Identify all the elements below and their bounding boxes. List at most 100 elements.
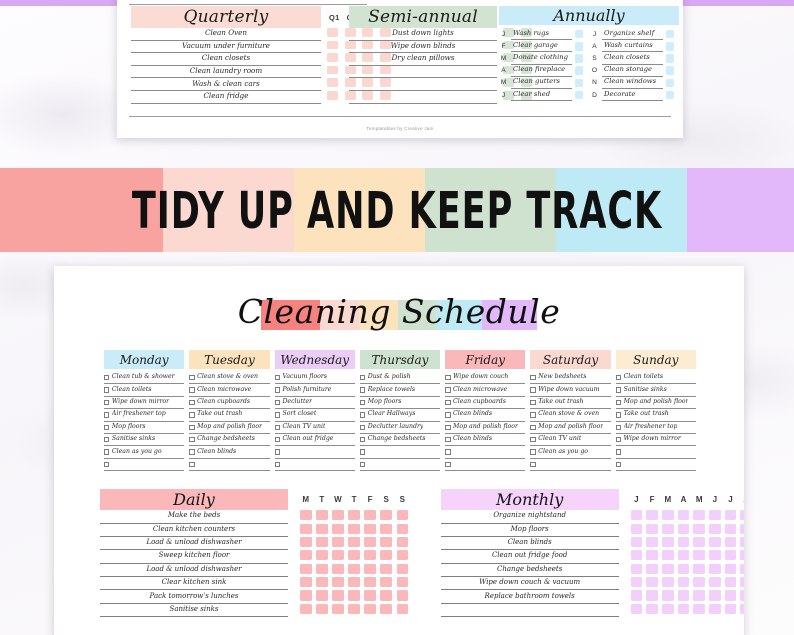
day-task-row[interactable]: Clean as you go	[104, 446, 185, 459]
tracker-cell[interactable]	[332, 577, 344, 588]
checkbox[interactable]	[359, 436, 366, 443]
day-task-row[interactable]: Mop floors	[359, 397, 441, 410]
tracker-cell[interactable]	[327, 28, 338, 37]
tracker-cell[interactable]	[709, 536, 721, 548]
day-task-row[interactable]: Dust & polish	[359, 372, 441, 385]
tracker-cell[interactable]	[348, 577, 360, 588]
tracker-cell[interactable]	[665, 66, 674, 75]
monthly-cells[interactable]	[630, 510, 744, 617]
checkbox[interactable]	[615, 436, 622, 443]
tracker-cell[interactable]	[662, 590, 674, 601]
tracker-cell[interactable]	[693, 536, 705, 548]
checkbox[interactable]	[104, 399, 110, 406]
checkbox[interactable]	[359, 399, 366, 406]
tracker-cell[interactable]	[646, 510, 658, 521]
tracker-cell[interactable]	[316, 510, 328, 521]
tracker-cell[interactable]	[364, 603, 376, 614]
tracker-cell[interactable]	[380, 577, 392, 588]
tracker-cell[interactable]	[332, 590, 344, 601]
tracker-cell[interactable]	[300, 563, 312, 574]
tracker-cell[interactable]	[665, 42, 674, 51]
tracker-cell[interactable]	[396, 590, 409, 601]
tracker-cell[interactable]	[300, 590, 312, 601]
checkbox[interactable]	[615, 449, 622, 455]
tracker-cell[interactable]	[396, 577, 409, 588]
tracker-cell[interactable]	[646, 577, 658, 588]
tracker-cell[interactable]	[693, 590, 705, 601]
tracker-cell[interactable]	[380, 563, 392, 574]
tracker-cell[interactable]	[740, 510, 744, 521]
tracker-cell[interactable]	[327, 65, 338, 75]
tracker-cell[interactable]	[724, 590, 737, 601]
day-task-row[interactable]: Mop floors	[104, 422, 185, 434]
tracker-cell[interactable]	[693, 563, 705, 574]
day-task-row[interactable]	[104, 459, 185, 472]
day-task-row[interactable]: Take out trash	[189, 409, 270, 422]
tracker-cell[interactable]	[396, 563, 409, 574]
tracker-cell[interactable]	[724, 563, 737, 574]
tracker-cell[interactable]	[662, 550, 674, 561]
checkbox[interactable]	[274, 387, 280, 393]
tracker-cell[interactable]	[709, 603, 721, 614]
checkbox[interactable]	[530, 436, 536, 443]
checkbox[interactable]	[189, 424, 195, 430]
checkbox[interactable]	[359, 375, 366, 381]
tracker-cell[interactable]	[662, 536, 674, 548]
day-task-row[interactable]: Clean toilets	[615, 372, 696, 385]
checkbox[interactable]	[104, 461, 110, 468]
day-task-row[interactable]: Mop and polish floor	[189, 422, 270, 434]
day-task-row[interactable]: Clean blinds	[189, 446, 270, 459]
checkbox[interactable]	[189, 412, 195, 418]
tracker-cell[interactable]	[327, 40, 338, 50]
tracker-cell[interactable]	[327, 53, 338, 62]
day-task-row[interactable]: Declutter	[274, 397, 355, 410]
day-task-row[interactable]: Clean out fridge	[274, 434, 355, 447]
checkbox[interactable]	[530, 399, 536, 406]
day-task-row[interactable]: Clean toilets	[104, 384, 185, 397]
day-task-row[interactable]: Wipe down vacuum	[530, 384, 611, 397]
checkbox[interactable]	[274, 461, 280, 468]
checkbox[interactable]	[189, 449, 195, 455]
tracker-cell[interactable]	[677, 563, 690, 574]
tracker-cell[interactable]	[677, 590, 690, 601]
tracker-cell[interactable]	[300, 536, 312, 548]
tracker-cell[interactable]	[332, 563, 344, 574]
tracker-cell[interactable]	[677, 603, 690, 614]
checkbox[interactable]	[274, 375, 280, 381]
checkbox[interactable]	[445, 449, 451, 455]
day-task-row[interactable]: Sanitise sinks	[615, 384, 696, 397]
day-task-row[interactable]: Take out trash	[615, 409, 696, 422]
tracker-cell[interactable]	[630, 563, 643, 574]
tracker-cell[interactable]	[316, 590, 328, 601]
tracker-cell[interactable]	[740, 577, 744, 588]
checkbox[interactable]	[359, 424, 366, 430]
checkbox[interactable]	[104, 387, 110, 393]
checkbox[interactable]	[615, 387, 622, 393]
day-task-row[interactable]	[615, 459, 696, 472]
day-task-row[interactable]: Wipe down couch	[445, 372, 526, 385]
day-task-row[interactable]: Sort closet	[274, 409, 355, 422]
checkbox[interactable]	[445, 412, 451, 418]
tracker-cell[interactable]	[646, 563, 658, 574]
tracker-cell[interactable]	[574, 90, 583, 100]
day-task-row[interactable]: Air freshener top	[104, 409, 185, 422]
tracker-cell[interactable]	[677, 536, 690, 548]
checkbox[interactable]	[189, 387, 195, 393]
checkbox[interactable]	[189, 399, 195, 406]
tracker-cell[interactable]	[693, 577, 705, 588]
tracker-cell[interactable]	[709, 510, 721, 521]
tracker-cell[interactable]	[724, 603, 737, 614]
checkbox[interactable]	[274, 449, 280, 455]
tracker-cell[interactable]	[396, 523, 409, 534]
day-task-row[interactable]	[615, 446, 696, 459]
day-task-row[interactable]: Vacuum floors	[274, 372, 355, 385]
day-task-row[interactable]	[359, 459, 441, 472]
tracker-cell[interactable]	[646, 550, 658, 561]
checkbox[interactable]	[445, 399, 451, 406]
day-task-row[interactable]: Clean as you go	[530, 446, 611, 459]
monthly-tracker[interactable]: JFMAMJJASOND	[630, 489, 744, 617]
tracker-cell[interactable]	[662, 603, 674, 614]
day-task-row[interactable]: Mop and polish floor	[615, 397, 696, 410]
checkbox[interactable]	[530, 449, 536, 455]
tracker-cell[interactable]	[662, 577, 674, 588]
